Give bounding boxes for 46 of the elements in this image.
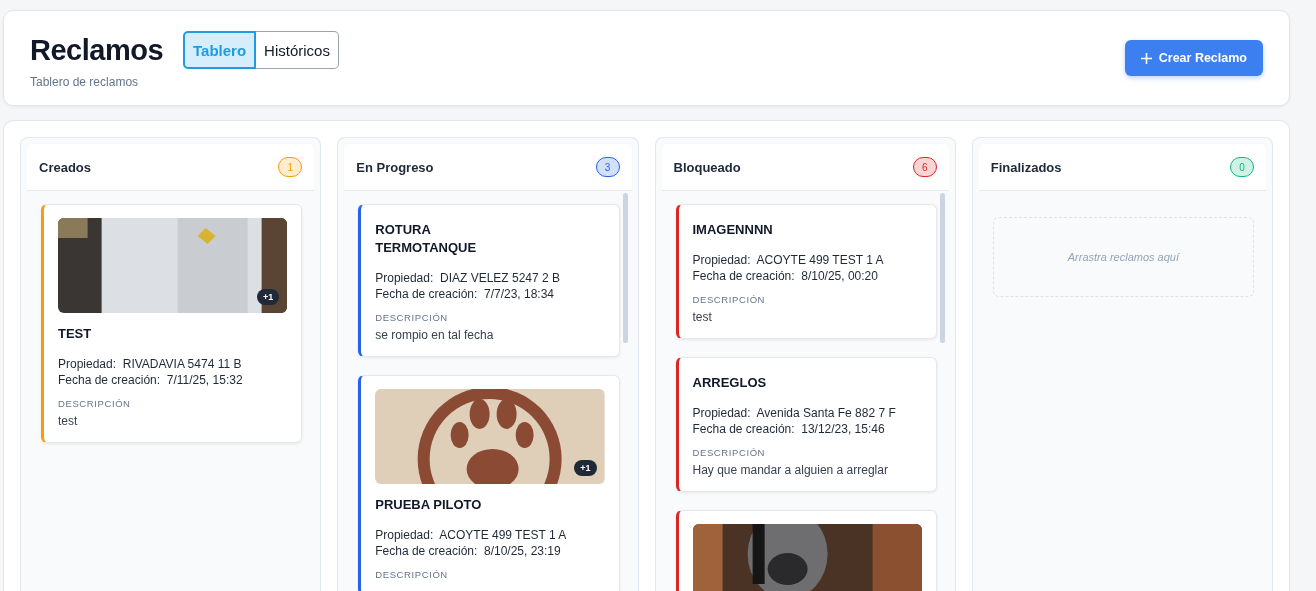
claim-card[interactable]: IMAGENNNN Propiedad: ACOYTE 499 TEST 1 A Fecha de creación: 8/10/25, 00:20 DESCRIPCIÓN test xyxy=(675,204,937,339)
date-line: Fecha de creación: 8/10/25, 00:20 xyxy=(692,268,879,284)
claim-card[interactable]: ARREGLOS Propiedad: Avenida Santa Fe 882 7 F Fecha de creación: 13/12/23, 15:46 DESCRIPCIÓN Hay que mandar a alguien a arreglar xyxy=(675,357,937,492)
description-label: DESCRIPCIÓN xyxy=(692,447,767,458)
page-title: Reclamos xyxy=(30,33,163,67)
description-text: Hay que mandar a alguien a arreglar xyxy=(692,463,889,477)
plus-icon xyxy=(1140,52,1152,64)
scrollbar-thumb[interactable] xyxy=(939,193,945,343)
description-label: DESCRIPCIÓN xyxy=(375,312,449,323)
more-images-badge: +1 xyxy=(574,460,597,476)
scrollbar-thumb[interactable] xyxy=(622,193,628,343)
card-title: ARREGLOS xyxy=(692,374,768,392)
claim-card[interactable]: ROTURA TERMOTANQUE Propiedad: DIAZ VELEZ 5247 2 B Fecha de creación: 7/7/23, 18:34 DESCRIPCIÓN se rompio en tal fecha xyxy=(358,204,620,357)
property-line: Propiedad: ACOYTE 499 TEST 1 A xyxy=(375,527,568,543)
card-title: TEST xyxy=(58,325,93,343)
description-text: test xyxy=(58,414,79,428)
card-title: IMAGENNNN xyxy=(692,221,774,239)
property-line: Propiedad: Avenida Santa Fe 882 7 F xyxy=(692,405,897,421)
description-label: DESCRIPCIÓN xyxy=(58,398,132,409)
claim-card[interactable]: +1 PRUEBA PILOTO Propiedad: ACOYTE 499 TEST 1 A Fecha de creación: 8/10/25, 23:19 DESCRIPCIÓN xyxy=(358,375,620,591)
count-badge: 3 xyxy=(595,157,620,177)
column-title: Bloqueado xyxy=(673,159,741,175)
property-line: Propiedad: DIAZ VELEZ 5247 2 B xyxy=(375,270,562,286)
drop-hint: Arrastra reclamos aquí xyxy=(1067,251,1179,263)
date-line: Fecha de creación: 7/7/23, 18:34 xyxy=(375,286,556,302)
count-badge: 1 xyxy=(278,157,303,177)
count-badge: 0 xyxy=(1230,157,1254,177)
description-label: DESCRIPCIÓN xyxy=(375,569,449,580)
property-line: Propiedad: ACOYTE 499 TEST 1 A xyxy=(692,252,885,268)
description-text: se rompio en tal fecha xyxy=(375,328,495,342)
column-title: En Progreso xyxy=(356,159,434,175)
date-line: Fecha de creación: 8/10/25, 23:19 xyxy=(375,543,562,559)
claim-card[interactable]: +1 TEST Propiedad: RIVADAVIA 5474 11 B Fecha de creación: 7/11/25, 15:32 DESCRIPCIÓN test xyxy=(41,204,303,443)
count-badge: 6 xyxy=(912,157,937,177)
column-title: Finalizados xyxy=(990,159,1062,175)
date-line: Fecha de creación: 7/11/25, 15:32 xyxy=(58,372,244,388)
description-label: DESCRIPCIÓN xyxy=(692,294,767,305)
date-line: Fecha de creación: 13/12/23, 15:46 xyxy=(692,421,886,437)
card-title: ROTURA TERMOTANQUE xyxy=(375,221,478,257)
property-line: Propiedad: RIVADAVIA 5474 11 B xyxy=(58,356,243,372)
page-subtitle: Tablero de reclamos xyxy=(30,74,140,89)
view-tab[interactable]: Históricos xyxy=(256,31,339,69)
card-title: PRUEBA PILOTO xyxy=(375,496,483,514)
create-button[interactable]: Crear Reclamo xyxy=(1124,40,1263,76)
description-text: test xyxy=(692,310,713,324)
column-title: Creados xyxy=(39,159,92,175)
